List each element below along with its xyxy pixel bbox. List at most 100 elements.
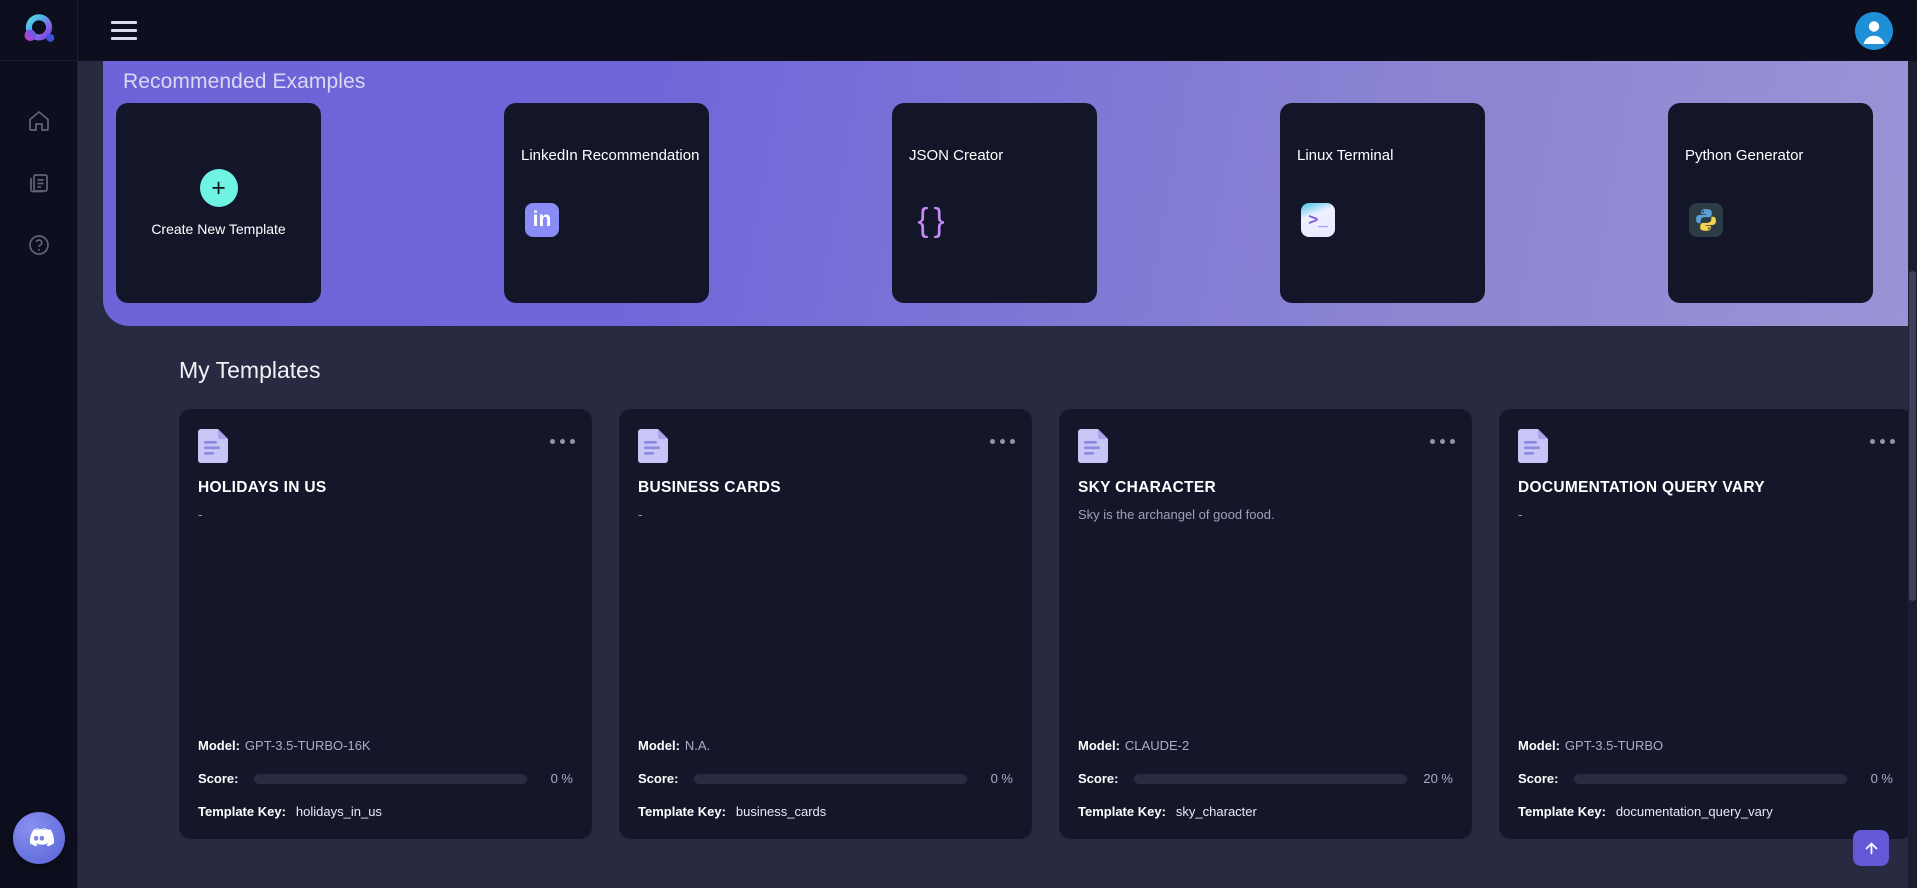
python-chip [1689, 203, 1723, 237]
dot [1010, 439, 1015, 444]
template-card-footer: Model: CLAUDE-2 Score: 20 % Template Key… [1078, 738, 1453, 819]
linkedin-icon: in [521, 199, 563, 241]
hamburger-bar [111, 29, 137, 32]
dot [1440, 439, 1445, 444]
template-card-menu-button[interactable] [990, 439, 1015, 444]
discord-icon [29, 828, 54, 847]
dot [1430, 439, 1435, 444]
vertical-scrollbar[interactable] [1908, 61, 1917, 888]
help-circle-icon [28, 235, 49, 255]
sidebar-item-help[interactable] [23, 229, 55, 261]
template-card-menu-button[interactable] [550, 439, 575, 444]
json-chip: { } [917, 201, 944, 238]
my-templates-title: My Templates [179, 357, 321, 383]
home-icon [28, 110, 49, 131]
template-card-title: SKY CHARACTER [1078, 479, 1216, 496]
template-card[interactable]: SKY CHARACTER Sky is the archangel of go… [1059, 409, 1472, 839]
my-templates-grid: HOLIDAYS IN US - Model: GPT-3.5-TURBO-16… [179, 409, 1917, 839]
scroll-to-top-button[interactable] [1853, 830, 1889, 866]
terminal-chip: >_ [1301, 203, 1335, 237]
dot [560, 439, 565, 444]
model-value: CLAUDE-2 [1124, 738, 1190, 753]
template-card-description: - [1518, 507, 1523, 522]
score-label: Score: [1518, 771, 1559, 786]
score-row: Score: 0 % [638, 771, 1013, 786]
document-icon [1518, 429, 1548, 463]
json-braces-icon: { } [909, 199, 951, 241]
hamburger-bar [111, 21, 137, 24]
score-row: Score: 0 % [1518, 771, 1893, 786]
document-icon [1078, 429, 1108, 463]
dot [1000, 439, 1005, 444]
template-card-footer: Model: GPT-3.5-TURBO Score: 0 % Template… [1518, 738, 1893, 819]
create-new-template-card[interactable]: + Create New Template [116, 103, 321, 303]
linkedin-chip: in [525, 203, 559, 237]
hamburger-bar [111, 37, 137, 40]
app-root: Recommended Examples + Create New Templa… [0, 0, 1917, 888]
template-card-description: - [198, 507, 203, 522]
template-card-title: HOLIDAYS IN US [198, 479, 327, 496]
dot [570, 439, 575, 444]
template-card-menu-button[interactable] [1430, 439, 1455, 444]
score-percent: 20 % [1423, 771, 1453, 786]
sidebar-item-library[interactable] [23, 167, 55, 199]
template-key-label: Template Key: [1518, 804, 1606, 819]
template-card-footer: Model: N.A. Score: 0 % Template Key: bus… [638, 738, 1013, 819]
create-new-template-label: Create New Template [151, 221, 286, 237]
score-label: Score: [638, 771, 679, 786]
score-label: Score: [198, 771, 239, 786]
score-row: Score: 0 % [198, 771, 573, 786]
scrollbar-thumb[interactable] [1909, 271, 1916, 601]
template-card[interactable]: HOLIDAYS IN US - Model: GPT-3.5-TURBO-16… [179, 409, 592, 839]
python-icon [1685, 199, 1727, 241]
example-card-title: JSON Creator [909, 147, 1004, 164]
example-card-python-generator[interactable]: Python Generator [1668, 103, 1873, 303]
template-card-menu-button[interactable] [1870, 439, 1895, 444]
template-key-label: Template Key: [198, 804, 286, 819]
document-icon [638, 429, 668, 463]
template-card[interactable]: BUSINESS CARDS - Model: N.A. Score: 0 % … [619, 409, 1032, 839]
model-label: Model: [638, 738, 680, 753]
app-logo[interactable] [0, 0, 78, 61]
dot [550, 439, 555, 444]
template-card-title: DOCUMENTATION QUERY VARY [1518, 479, 1765, 496]
plus-icon: + [199, 169, 238, 207]
example-card-linux-terminal[interactable]: Linux Terminal >_ [1280, 103, 1485, 303]
model-row: Model: N.A. [638, 738, 1013, 753]
template-key-label: Template Key: [638, 804, 726, 819]
score-row: Score: 20 % [1078, 771, 1453, 786]
template-card[interactable]: DOCUMENTATION QUERY VARY - Model: GPT-3.… [1499, 409, 1912, 839]
app-logo-icon [24, 14, 54, 42]
template-key-value: business_cards [735, 804, 827, 819]
model-value: GPT-3.5-TURBO-16K [244, 738, 371, 753]
template-key-row: Template Key: documentation_query_vary [1518, 804, 1893, 819]
score-bar [1574, 773, 1847, 784]
score-bar [694, 773, 967, 784]
template-card-title: BUSINESS CARDS [638, 479, 781, 496]
discord-button[interactable] [13, 812, 65, 864]
avatar[interactable] [1855, 11, 1893, 50]
sidebar [0, 0, 78, 888]
example-card-json-creator[interactable]: JSON Creator { } [892, 103, 1097, 303]
example-card-linkedin-recommendation[interactable]: LinkedIn Recommendation in [504, 103, 709, 303]
template-key-row: Template Key: business_cards [638, 804, 1013, 819]
menu-toggle-button[interactable] [111, 21, 137, 40]
example-card-title: LinkedIn Recommendation [521, 147, 700, 164]
template-card-description: - [638, 507, 643, 522]
model-label: Model: [198, 738, 240, 753]
score-percent: 0 % [550, 771, 573, 786]
model-value: N.A. [684, 738, 711, 753]
example-card-title: Python Generator [1685, 147, 1804, 164]
sidebar-item-home[interactable] [23, 105, 55, 137]
terminal-icon: >_ [1297, 199, 1339, 241]
page-scroll-area[interactable]: Recommended Examples + Create New Templa… [78, 61, 1917, 888]
template-card-description: Sky is the archangel of good food. [1078, 507, 1275, 522]
dot [1890, 439, 1895, 444]
model-label: Model: [1078, 738, 1120, 753]
template-key-label: Template Key: [1078, 804, 1166, 819]
recommended-examples-list: + Create New Template LinkedIn Recommend… [116, 103, 1917, 303]
document-icon [198, 429, 228, 463]
template-key-row: Template Key: sky_character [1078, 804, 1453, 819]
dot [1880, 439, 1885, 444]
dot [1450, 439, 1455, 444]
